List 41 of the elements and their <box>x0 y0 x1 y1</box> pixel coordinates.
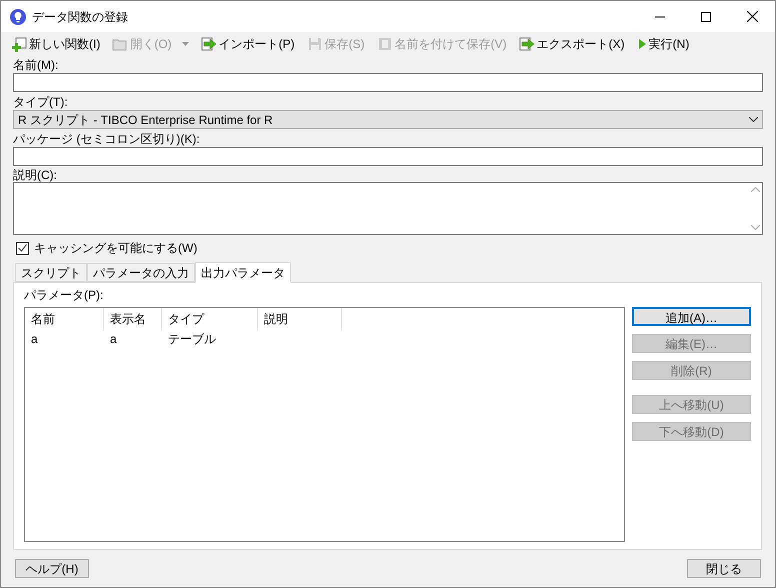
chevron-down-icon <box>749 117 758 122</box>
caching-checkbox[interactable]: キャッシングを可能にする(W) <box>16 241 763 255</box>
tab[interactable]: パラメータの入力 <box>87 263 195 282</box>
parameters-list[interactable]: 名前 表示名 タイプ 説明 a a テーブル <box>24 307 625 542</box>
side-button[interactable]: 追加(A)… <box>632 307 751 326</box>
checkmark-icon <box>18 244 27 252</box>
column-header[interactable]: 説明 <box>258 308 342 331</box>
toolbar-button[interactable]: 実行(N) <box>636 35 690 53</box>
field-label: タイプ(T): <box>13 94 69 110</box>
add-icon <box>11 36 27 52</box>
field-label: 名前(M): <box>13 57 60 73</box>
lightbulb-icon <box>10 8 26 24</box>
table-cell-text: テーブル <box>167 331 217 348</box>
close-icon <box>746 11 758 22</box>
description-field[interactable] <box>13 182 763 235</box>
import-icon <box>200 36 217 52</box>
tab[interactable]: スクリプト <box>15 263 87 282</box>
window-title: データ関数の登録 <box>32 8 128 26</box>
parameters-label: パラメータ(P): <box>24 288 104 302</box>
field-label: パッケージ (セミコロン区切り)(K): <box>13 131 201 147</box>
name-field[interactable] <box>13 73 763 92</box>
toolbar-button[interactable]: 新しい関数(I) <box>11 35 100 53</box>
close-dialog-button[interactable]: 閉じる <box>687 559 761 578</box>
export-icon <box>518 36 535 52</box>
play-icon <box>636 36 647 52</box>
column-header[interactable]: 名前 <box>25 308 104 331</box>
maximize-icon <box>701 12 711 22</box>
type-dropdown[interactable]: R スクリプト - TIBCO Enterprise Runtime for R <box>13 110 763 129</box>
save-as-icon <box>376 36 393 52</box>
column-header[interactable]: タイプ <box>162 308 258 331</box>
scroll-up-icon[interactable] <box>750 187 760 192</box>
tab[interactable]: 出力パラメータ <box>195 262 291 283</box>
column-header[interactable]: 表示名 <box>104 308 162 331</box>
table-cell-text: a <box>109 331 118 348</box>
toolbar-button[interactable]: インポート(P) <box>200 35 295 53</box>
toolbar-button[interactable]: エクスポート(X) <box>518 35 625 53</box>
table-cell-text: a <box>30 331 39 348</box>
field-label: 説明(C): <box>13 168 58 182</box>
scroll-down-icon[interactable] <box>750 225 760 230</box>
package-field[interactable] <box>13 147 763 166</box>
help-button[interactable]: ヘルプ(H) <box>15 559 89 578</box>
